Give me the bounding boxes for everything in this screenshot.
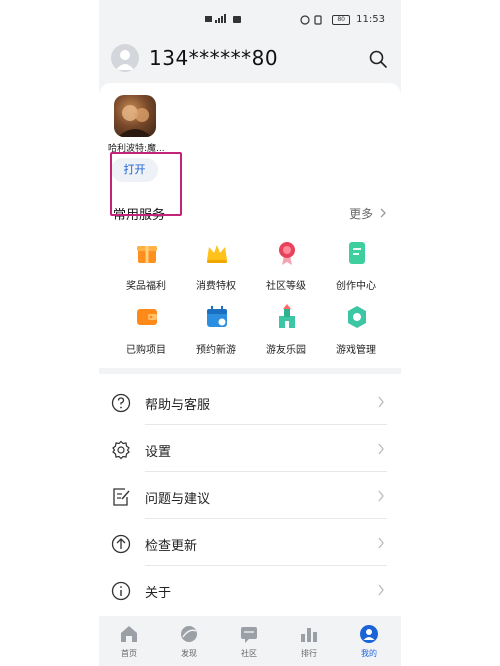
search-icon[interactable] — [369, 50, 387, 68]
info-icon — [111, 581, 131, 601]
list-item-feedback[interactable]: 问题与建议 — [99, 472, 401, 519]
status-bar: 80 11:53 — [99, 0, 401, 40]
status-right: 80 11:53 — [300, 14, 385, 25]
tab-ranking[interactable]: 排行 — [279, 624, 339, 664]
settings-icon — [112, 440, 130, 460]
avatar[interactable] — [111, 44, 139, 72]
list-item-help[interactable]: 帮助与客服 — [99, 378, 401, 425]
service-label: 预约新游 — [196, 345, 236, 356]
more-label: 更多 — [349, 207, 374, 221]
list-item-settings[interactable]: 设置 — [99, 425, 401, 472]
service-label: 奖品福利 — [126, 281, 166, 292]
list-item-label: 关于 — [145, 586, 172, 601]
help-icon — [111, 393, 131, 413]
gift-icon — [137, 246, 157, 263]
tab-label: 排行 — [301, 649, 317, 658]
profile-icon — [360, 625, 378, 643]
status-time: 11:53 — [356, 14, 385, 25]
medal-icon — [279, 242, 295, 265]
service-game-management[interactable]: 游戏管理 — [321, 304, 391, 364]
service-label: 游戏管理 — [336, 345, 376, 356]
phone-screen: 80 11:53 134******80 哈利波特:魔... 打开 常用服务 更… — [99, 0, 401, 666]
game-character-icon — [118, 105, 152, 137]
service-label: 已购项目 — [126, 345, 166, 356]
services-card: 哈利波特:魔... 打开 常用服务 更多 奖品福利 消费特权 社区等级 创作中心… — [99, 83, 401, 368]
ranking-icon — [301, 628, 317, 642]
recent-app-icon[interactable] — [114, 95, 156, 137]
battery-icon: 80 — [332, 14, 351, 25]
crown-icon — [207, 245, 227, 263]
tab-home[interactable]: 首页 — [99, 624, 159, 664]
account-header: 134******80 — [99, 40, 401, 82]
service-purchased-items[interactable]: 已购项目 — [111, 304, 181, 364]
chevron-right-icon — [380, 208, 386, 218]
service-label: 创作中心 — [336, 281, 376, 292]
settings-list: 帮助与客服 设置 问题与建议 检查更新 关于 — [99, 374, 401, 616]
list-item-label: 帮助与客服 — [145, 398, 211, 413]
chevron-right-icon — [378, 537, 384, 549]
account-phone-number[interactable]: 134******80 — [149, 46, 278, 70]
tab-discover[interactable]: 发现 — [159, 624, 219, 664]
list-item-about[interactable]: 关于 — [99, 566, 401, 613]
highlight-box — [110, 152, 182, 216]
discover-icon — [181, 626, 197, 642]
tab-label: 我的 — [361, 649, 377, 658]
list-item-label: 设置 — [145, 445, 172, 460]
chevron-right-icon — [378, 443, 384, 455]
castle-icon — [279, 304, 295, 328]
tab-profile[interactable]: 我的 — [339, 624, 399, 664]
service-prize-benefits[interactable]: 奖品福利 — [111, 240, 181, 300]
calendar-icon — [207, 306, 227, 327]
service-game-friends-park[interactable]: 游友乐园 — [251, 304, 321, 364]
document-icon — [349, 242, 365, 264]
gear-icon — [348, 306, 366, 328]
list-item-check-update[interactable]: 检查更新 — [99, 519, 401, 566]
service-label: 消费特权 — [196, 281, 236, 292]
tab-community[interactable]: 社区 — [219, 624, 279, 664]
community-icon — [241, 627, 257, 643]
tab-label: 发现 — [181, 649, 197, 658]
tab-label: 社区 — [241, 649, 257, 658]
bottom-tab-bar: 首页 发现 社区 排行 我的 — [99, 618, 401, 666]
chevron-right-icon — [378, 490, 384, 502]
tab-label: 首页 — [121, 649, 137, 658]
user-avatar-icon — [116, 50, 134, 70]
service-community-level[interactable]: 社区等级 — [251, 240, 321, 300]
alarm-vibrate-icon — [300, 14, 322, 25]
service-consumer-privileges[interactable]: 消费特权 — [181, 240, 251, 300]
wallet-icon — [137, 309, 157, 325]
signal-icon — [205, 14, 241, 23]
service-creation-center[interactable]: 创作中心 — [321, 240, 391, 300]
chevron-right-icon — [378, 396, 384, 408]
service-reserve-new-games[interactable]: 预约新游 — [181, 304, 251, 364]
update-icon — [111, 534, 131, 554]
feedback-icon — [113, 488, 130, 506]
service-label: 游友乐园 — [266, 345, 306, 356]
signal-indicators — [205, 14, 245, 24]
more-services-link[interactable]: 更多 — [349, 205, 387, 222]
list-item-label: 问题与建议 — [145, 492, 211, 507]
service-label: 社区等级 — [266, 281, 306, 292]
home-icon — [121, 626, 137, 642]
chevron-right-icon — [378, 584, 384, 596]
list-item-label: 检查更新 — [145, 539, 198, 554]
